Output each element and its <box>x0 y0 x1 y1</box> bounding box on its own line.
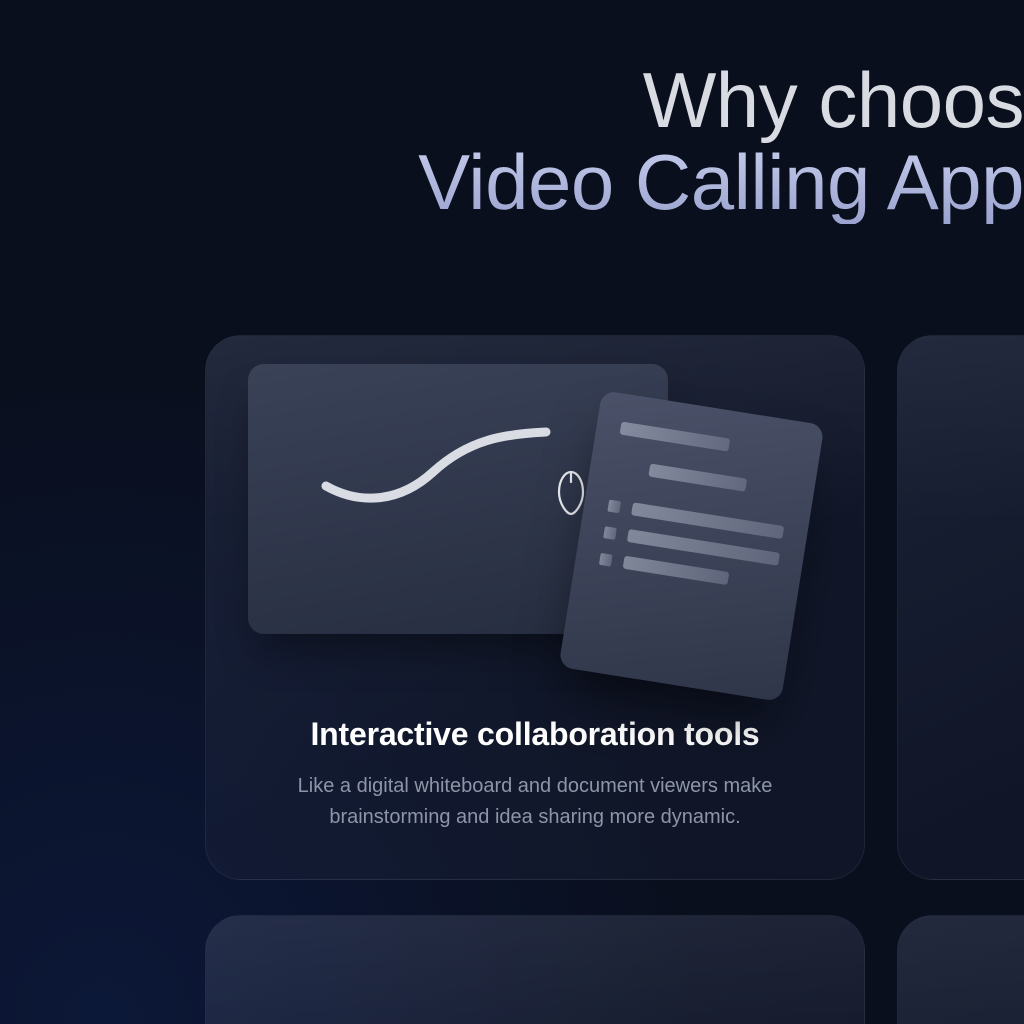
feature-cards-row-2 <box>205 915 1024 1024</box>
card-text-block: W ch <box>898 656 1024 778</box>
card-description-fragment: W ch <box>947 716 1024 778</box>
card-illustration <box>898 336 1024 656</box>
feature-card-partial[interactable]: W ch <box>897 335 1024 880</box>
card-description: Like a digital whiteboard and document v… <box>255 771 815 833</box>
card-title: Interactive collaboration tools <box>254 716 816 753</box>
feature-card-collaboration[interactable]: Interactive collaboration tools Like a d… <box>205 335 865 880</box>
freehand-stroke-icon <box>318 424 558 514</box>
hero-line-2: Video Calling App <box>418 142 1024 224</box>
hero-line-1: Why choos <box>418 60 1024 142</box>
feature-card-below-left[interactable] <box>205 915 865 1024</box>
document-panel-icon <box>558 390 824 702</box>
feature-card-below-right[interactable] <box>897 915 1024 1024</box>
hero-heading: Why choos Video Calling App <box>418 60 1024 224</box>
card-illustration <box>206 336 864 656</box>
feature-cards-row: Interactive collaboration tools Like a d… <box>205 335 1024 880</box>
